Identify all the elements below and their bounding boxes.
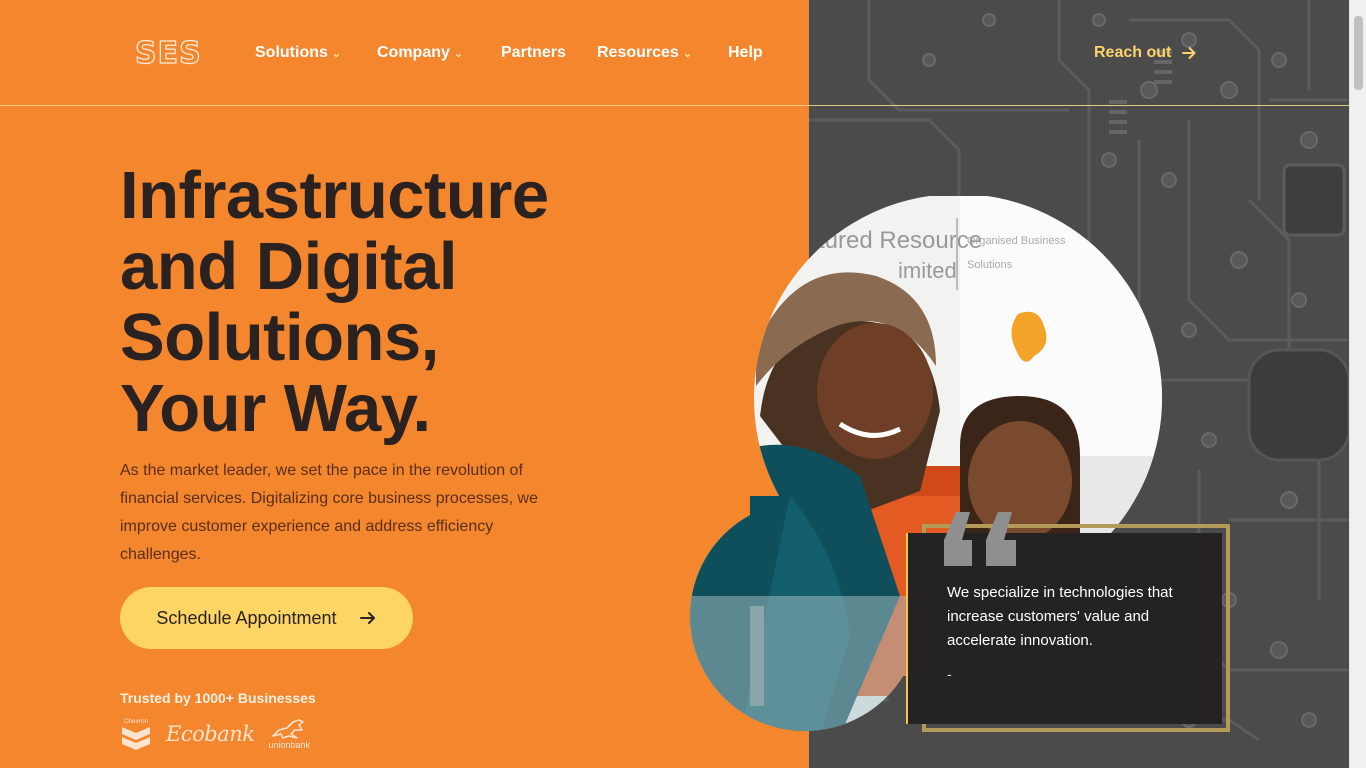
- partner-logos: Chevron Ecobank unionbank: [120, 716, 310, 752]
- ecobank-logo: Ecobank: [166, 722, 255, 746]
- nav-solutions-label: Solutions: [255, 44, 328, 61]
- chevron-logo: Chevron: [122, 718, 150, 750]
- signage-line2: imited: [898, 258, 957, 283]
- nav-partners[interactable]: Partners: [501, 44, 566, 62]
- chevron-logo-text: Chevron: [124, 718, 149, 725]
- hero-description: As the market leader, we set the pace in…: [120, 462, 538, 563]
- quote-icon: [944, 512, 1016, 566]
- hero-title-line: and Digital: [120, 229, 457, 304]
- horse-icon: [272, 719, 305, 739]
- hero-title-line: Infrastructure: [120, 158, 549, 233]
- reach-out-label: Reach out: [1094, 44, 1172, 61]
- nav-solutions[interactable]: Solutions ⌄: [255, 44, 341, 62]
- hero-title-line: Solutions,: [120, 300, 439, 375]
- nav-resources[interactable]: Resources ⌄: [597, 44, 692, 62]
- hero-title-line: Your Way.: [120, 371, 431, 446]
- scrollbar-thumb[interactable]: [1354, 16, 1363, 90]
- quote-attribution: -: [947, 666, 952, 682]
- header-divider: [0, 105, 1349, 106]
- unionbank-logo: unionbank: [268, 718, 310, 750]
- arrow-right-icon: [359, 612, 375, 624]
- trusted-label: Trusted by 1000+ Businesses: [120, 690, 316, 706]
- reach-out-link[interactable]: Reach out: [1094, 44, 1197, 62]
- nav-company-label: Company: [377, 44, 450, 61]
- schedule-appointment-button[interactable]: Schedule Appointment: [120, 587, 413, 649]
- nav-company[interactable]: Company ⌄: [377, 44, 463, 62]
- page-scrollbar[interactable]: [1349, 0, 1366, 768]
- chevron-down-icon: ⌄: [682, 47, 693, 60]
- nav-resources-label: Resources: [597, 44, 679, 61]
- unionbank-logo-text: unionbank: [268, 740, 310, 750]
- nav-partners-label: Partners: [501, 44, 566, 61]
- ses-logo[interactable]: SES: [133, 37, 209, 67]
- signage-side1: Organised Business: [967, 235, 1066, 247]
- nav-help[interactable]: Help: [728, 44, 763, 62]
- nav-help-label: Help: [728, 44, 763, 61]
- arrow-right-icon: [1182, 47, 1196, 59]
- chevron-down-icon: ⌄: [331, 47, 342, 60]
- logo-text: SES: [135, 37, 202, 67]
- cta-label: Schedule Appointment: [156, 607, 337, 628]
- chevron-down-icon: ⌄: [453, 47, 464, 60]
- quote-text: We specialize in technologies that incre…: [947, 584, 1173, 649]
- signage-side2: Solutions: [967, 259, 1013, 271]
- hero-title: Infrastructure and Digital Solutions, Yo…: [120, 160, 740, 444]
